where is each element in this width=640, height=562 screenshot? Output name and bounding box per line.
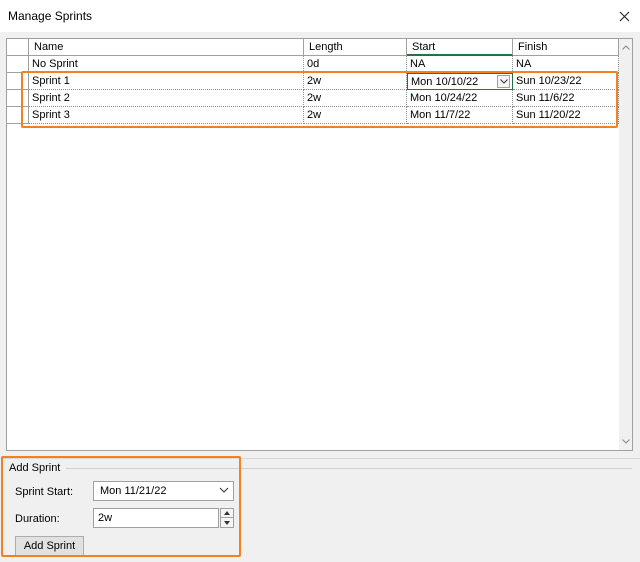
cell-finish[interactable]: Sun 11/6/22 (513, 90, 619, 107)
cell-finish[interactable]: Sun 10/23/22 (513, 73, 619, 90)
cell-dropdown-button[interactable] (497, 75, 510, 88)
stepper-down-button[interactable] (221, 518, 233, 527)
row-header[interactable] (7, 73, 29, 90)
scroll-up-button[interactable] (619, 41, 632, 54)
cell-finish[interactable]: Sun 11/20/22 (513, 107, 619, 124)
cell-length[interactable]: 0d (304, 56, 407, 73)
close-button[interactable] (608, 0, 640, 32)
cell-name[interactable]: Sprint 2 (29, 90, 304, 107)
cell-start[interactable]: NA (407, 56, 513, 73)
vertical-scrollbar[interactable] (619, 39, 632, 450)
close-icon (619, 11, 629, 21)
cell-start[interactable]: Mon 11/7/22 (407, 107, 513, 124)
cell-start-value: Mon 10/10/22 (411, 76, 479, 88)
column-header-start[interactable]: Start (407, 39, 513, 56)
cell-length[interactable]: 2w (304, 90, 407, 107)
section-divider (0, 458, 640, 459)
chevron-up-icon (224, 511, 230, 515)
row-header[interactable] (7, 56, 29, 73)
window-title: Manage Sprints (8, 9, 93, 23)
duration-stepper[interactable] (220, 508, 234, 528)
stepper-up-button[interactable] (221, 509, 233, 518)
cell-length[interactable]: 2w (304, 73, 407, 90)
chevron-down-icon (499, 79, 508, 84)
row-header[interactable] (7, 107, 29, 124)
scroll-down-button[interactable] (619, 435, 632, 448)
add-sprint-button[interactable]: Add Sprint (15, 536, 84, 557)
cell-length[interactable]: 2w (304, 107, 407, 124)
grid-corner[interactable] (7, 39, 29, 56)
title-bar: Manage Sprints (0, 0, 640, 32)
duration-input[interactable]: 2w (93, 508, 219, 528)
cell-start[interactable]: Mon 10/24/22 (407, 90, 513, 107)
cell-name[interactable]: Sprint 1 (29, 73, 304, 90)
chevron-down-icon (224, 520, 230, 525)
column-header-name[interactable]: Name (29, 39, 304, 56)
sprint-start-dropdown[interactable]: Mon 11/21/22 (93, 481, 234, 501)
cell-start-active[interactable]: Mon 10/10/22 (407, 73, 513, 90)
chevron-up-icon (621, 45, 630, 50)
sprint-start-value: Mon 11/21/22 (100, 485, 167, 497)
cell-name[interactable]: Sprint 3 (29, 107, 304, 124)
chevron-down-icon (621, 439, 630, 444)
sprint-start-label: Sprint Start: (15, 486, 74, 498)
chevron-down-icon (219, 487, 229, 493)
cell-name[interactable]: No Sprint (29, 56, 304, 73)
sprints-grid: Name Length Start Finish No Sprint 0d NA… (6, 38, 633, 451)
column-header-finish[interactable]: Finish (513, 39, 619, 56)
row-header[interactable] (7, 90, 29, 107)
group-divider (66, 468, 632, 469)
duration-label: Duration: (15, 513, 60, 525)
add-sprint-group-label: Add Sprint (9, 462, 61, 474)
column-header-length[interactable]: Length (304, 39, 407, 56)
cell-finish[interactable]: NA (513, 56, 619, 73)
